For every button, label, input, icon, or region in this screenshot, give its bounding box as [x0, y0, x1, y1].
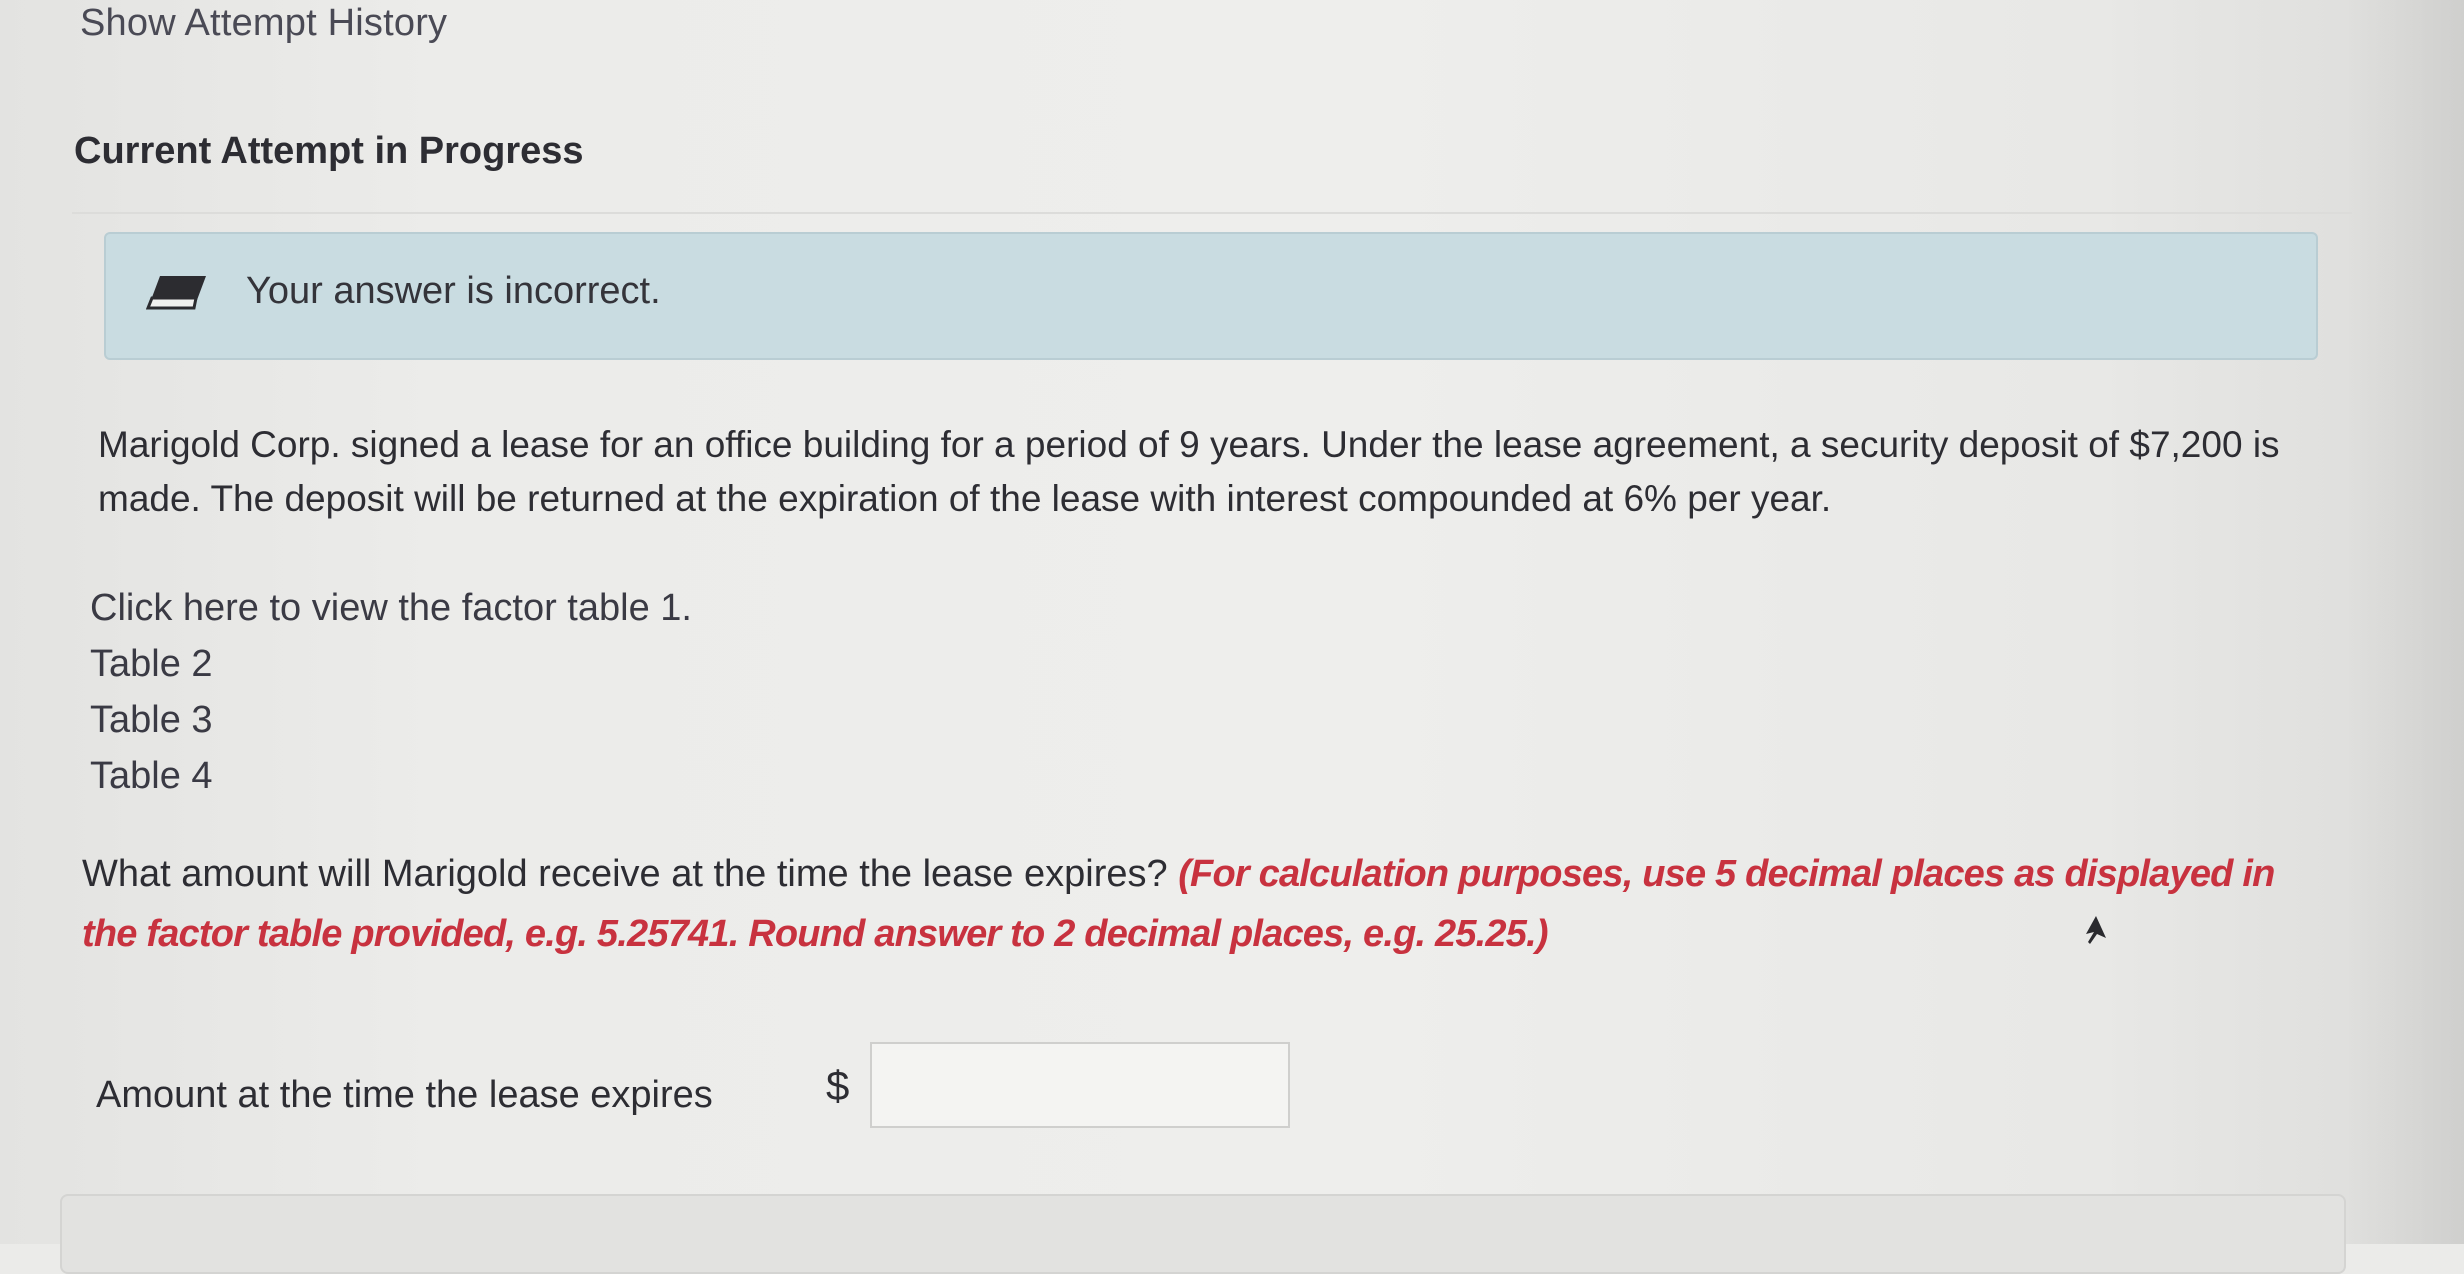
factor-table-3-link[interactable]: Table 3: [90, 692, 692, 748]
mouse-cursor-icon: [2084, 916, 2108, 946]
question-prompt: What amount will Marigold receive at the…: [82, 844, 2332, 964]
section-divider: [72, 212, 2352, 214]
show-attempt-history-link[interactable]: Show Attempt History: [80, 2, 447, 45]
factor-table-4-link[interactable]: Table 4: [90, 748, 692, 804]
currency-symbol: $: [826, 1062, 850, 1109]
factor-table-1-link[interactable]: Click here to view the factor table 1.: [90, 580, 692, 636]
feedback-message: Your answer is incorrect.: [246, 270, 661, 312]
factor-table-2-link[interactable]: Table 2: [90, 636, 692, 692]
problem-statement: Marigold Corp. signed a lease for an off…: [98, 424, 2280, 519]
edge-shadow: [2344, 0, 2464, 1244]
next-section-panel: [60, 1194, 2346, 1274]
question-text: What amount will Marigold receive at the…: [82, 853, 1168, 895]
attempt-title: Current Attempt in Progress: [74, 130, 584, 172]
factor-table-links: Click here to view the factor table 1. T…: [90, 580, 692, 804]
page-background: Show Attempt History Current Attempt in …: [0, 0, 2464, 1274]
answer-label: Amount at the time the lease expires: [96, 1074, 713, 1116]
pencil-eraser-icon: [145, 272, 208, 312]
amount-input[interactable]: [870, 1042, 1290, 1128]
feedback-banner: Your answer is incorrect.: [104, 232, 2318, 360]
